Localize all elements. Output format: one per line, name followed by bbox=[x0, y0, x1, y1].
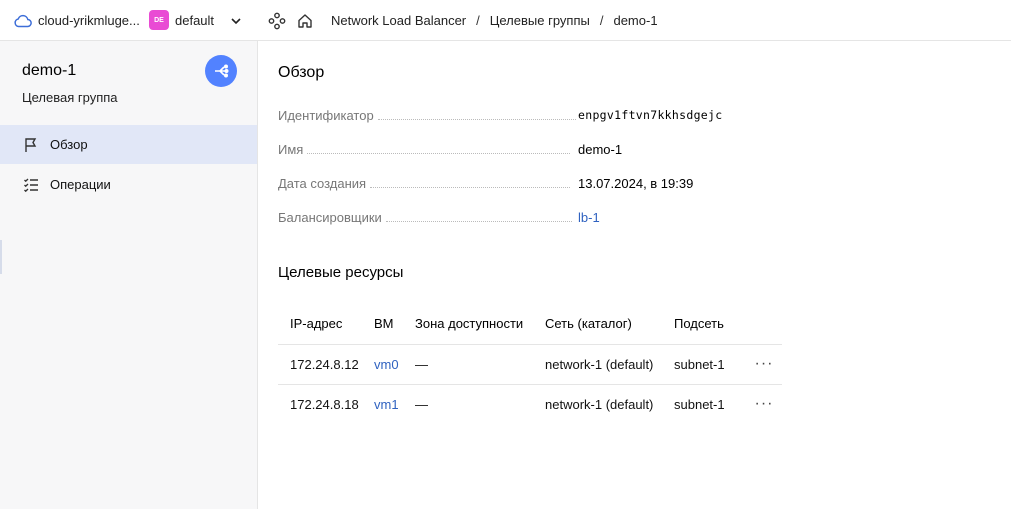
cell-ip: 172.24.8.18 bbox=[290, 396, 359, 412]
sidebar-item-overview[interactable]: Обзор bbox=[0, 125, 257, 164]
cloud-icon[interactable] bbox=[14, 0, 32, 41]
leader-dots bbox=[307, 153, 571, 154]
breadcrumb-separator: / bbox=[599, 13, 604, 28]
chevron-down-icon[interactable] bbox=[229, 0, 243, 41]
property-value: enpgv1ftvn7kkhsdgejc bbox=[578, 108, 723, 122]
row-actions-button[interactable]: ··· bbox=[746, 384, 782, 424]
leader-dots bbox=[377, 119, 576, 120]
more-icon: ··· bbox=[754, 355, 774, 372]
property-row-balancers: Балансировщики lb-1 bbox=[278, 207, 728, 227]
property-row-created: Дата создания 13.07.2024, в 19:39 bbox=[278, 173, 728, 193]
leader-dots bbox=[385, 221, 572, 222]
target-resources-table: IP-адрес ВМ Зона доступности Сеть (катал… bbox=[278, 303, 782, 424]
home-icon[interactable] bbox=[297, 0, 313, 41]
row-actions-button[interactable]: ··· bbox=[746, 344, 782, 385]
breadcrumb: Network Load Balancer / Целевые группы /… bbox=[331, 0, 658, 41]
cell-network: network-1 (default) bbox=[545, 396, 654, 412]
cell-network: network-1 (default) bbox=[545, 344, 674, 385]
vm-link[interactable]: vm1 bbox=[374, 384, 415, 424]
property-row-name: Имя demo-1 bbox=[278, 139, 728, 159]
column-header-zone[interactable]: Зона доступности bbox=[415, 303, 545, 345]
balancer-link[interactable]: lb-1 bbox=[578, 210, 600, 225]
property-key: Имя bbox=[278, 141, 304, 157]
cell-zone: — bbox=[415, 344, 545, 385]
table-row[interactable]: 172.24.8.12 vm0 — network-1 (default) su… bbox=[278, 344, 782, 385]
sidebar-item-label: Обзор bbox=[50, 137, 88, 152]
column-header-network[interactable]: Сеть (каталог) bbox=[545, 303, 674, 345]
flag-icon bbox=[22, 136, 40, 154]
property-key: Балансировщики bbox=[278, 209, 382, 225]
property-row-id: Идентификатор enpgv1ftvn7kkhsdgejc bbox=[278, 105, 728, 125]
cell-ip: 172.24.8.12 bbox=[278, 344, 374, 385]
column-header-subnet[interactable]: Подсеть bbox=[674, 303, 746, 345]
breadcrumb-item-current: demo-1 bbox=[613, 13, 658, 28]
property-value: demo-1 bbox=[578, 141, 623, 157]
breadcrumb-separator: / bbox=[476, 13, 480, 28]
cell-zone: — bbox=[415, 396, 428, 412]
property-key: Дата создания bbox=[278, 175, 367, 191]
sidebar: demo-1 Целевая группа Обзор Операции bbox=[0, 41, 258, 509]
cell-subnet: subnet-1 bbox=[674, 396, 725, 412]
folder-selector[interactable]: default bbox=[175, 0, 214, 41]
sidebar-action-button[interactable] bbox=[205, 55, 237, 87]
table-header-row: IP-адрес ВМ Зона доступности Сеть (катал… bbox=[278, 303, 782, 345]
top-bar: cloud-yrikmluge... DE default Network Lo… bbox=[0, 0, 1011, 41]
services-icon[interactable] bbox=[268, 0, 286, 41]
cell-subnet: subnet-1 bbox=[674, 344, 746, 385]
sidebar-item-operations[interactable]: Операции bbox=[0, 165, 257, 204]
property-key: Идентификатор bbox=[278, 107, 374, 123]
table-row[interactable]: 172.24.8.18 vm1 — network-1 (default) su… bbox=[278, 384, 782, 424]
page-title: Обзор bbox=[278, 64, 325, 81]
property-value: 13.07.2024, в 19:39 bbox=[578, 175, 694, 191]
column-header-vm[interactable]: ВМ bbox=[374, 303, 415, 345]
section-title-target-resources: Целевые ресурсы bbox=[278, 264, 404, 281]
leader-dots bbox=[370, 187, 571, 188]
sidebar-subtitle: Целевая группа bbox=[22, 90, 118, 105]
sidebar-title: demo-1 bbox=[22, 62, 77, 79]
column-header-ip[interactable]: IP-адрес bbox=[278, 303, 374, 345]
vm-link[interactable]: vm0 bbox=[374, 344, 415, 385]
more-icon: ··· bbox=[754, 395, 774, 413]
column-header-actions bbox=[746, 303, 782, 345]
breadcrumb-item-target-groups[interactable]: Целевые группы bbox=[490, 13, 590, 28]
folder-badge: DE bbox=[149, 10, 169, 30]
sidebar-item-label: Операции bbox=[50, 177, 111, 192]
scroll-indicator bbox=[0, 240, 2, 274]
list-checks-icon bbox=[22, 176, 40, 194]
cloud-selector[interactable]: cloud-yrikmluge... bbox=[38, 0, 140, 41]
breadcrumb-item-nlb[interactable]: Network Load Balancer bbox=[331, 13, 466, 28]
